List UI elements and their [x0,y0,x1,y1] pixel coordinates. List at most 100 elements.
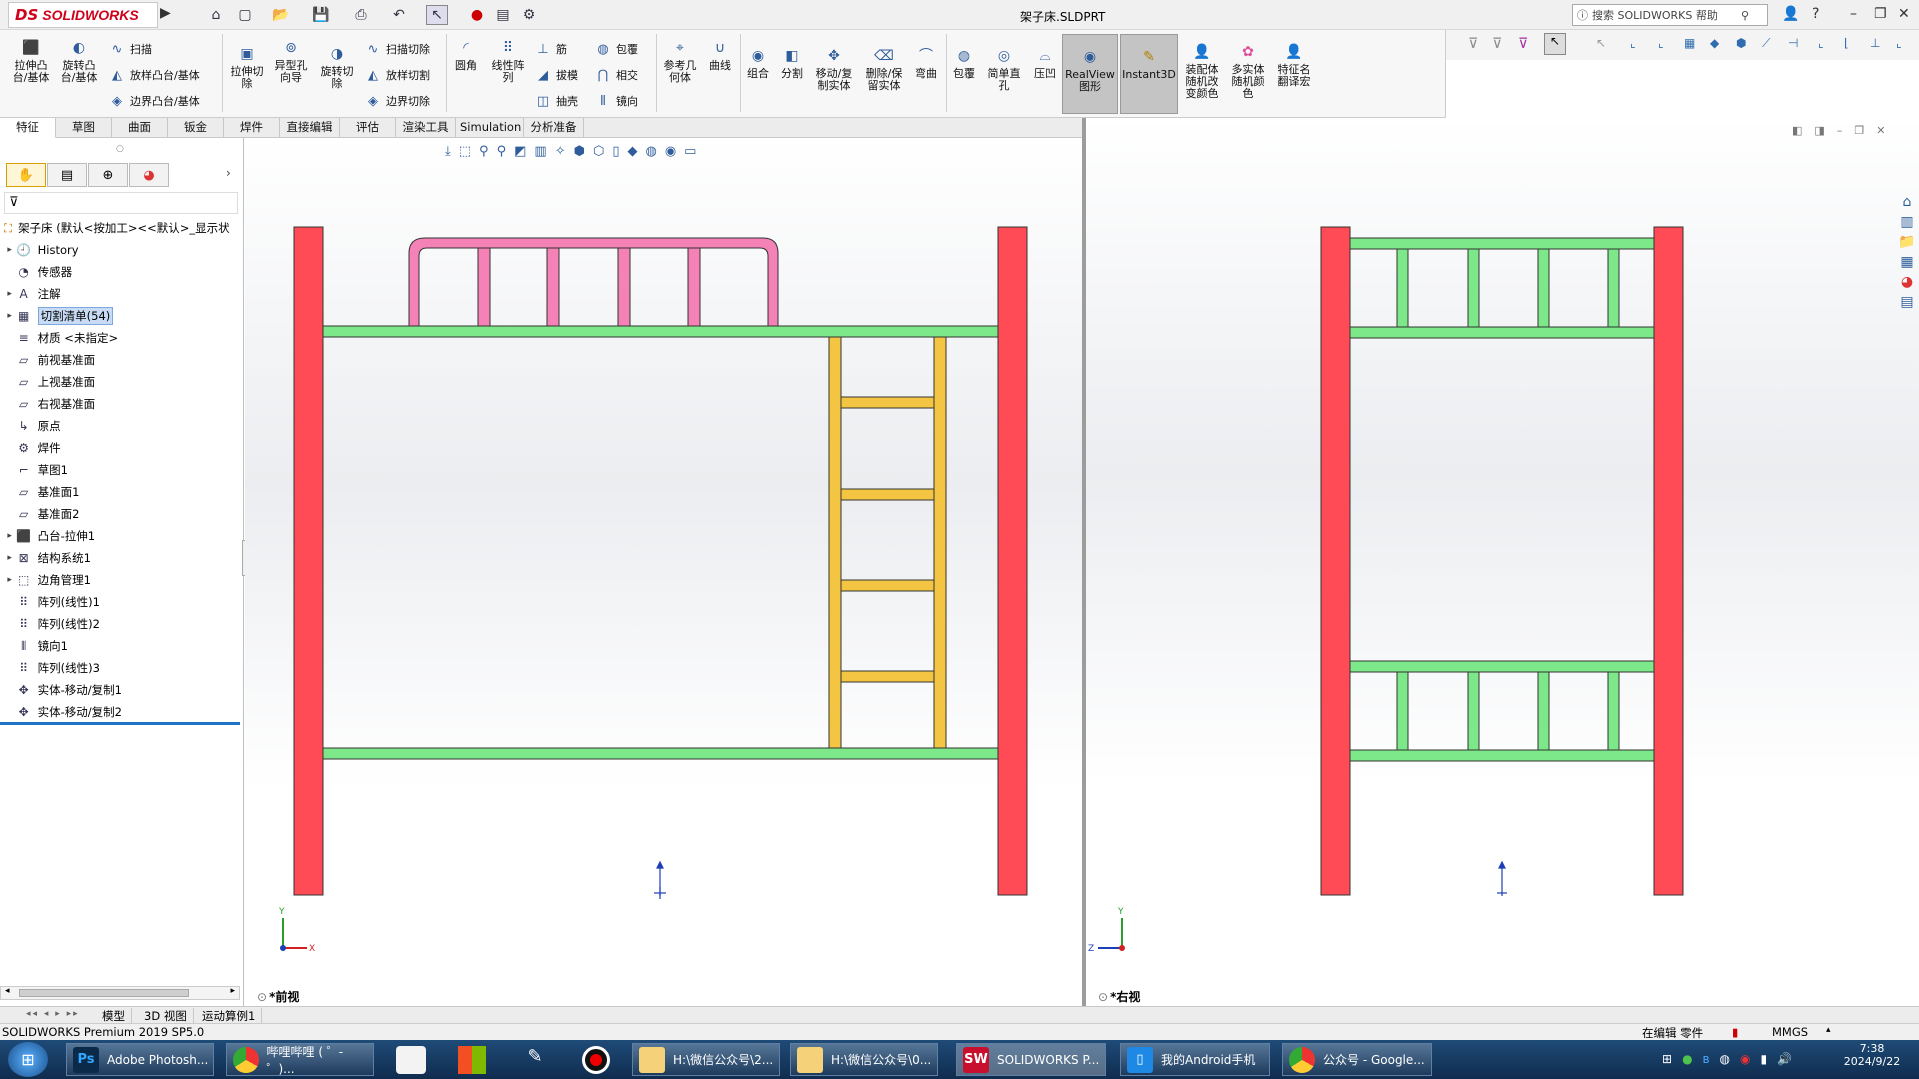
file-properties-icon[interactable]: ▤ [492,5,514,25]
tree-item[interactable]: ↳ 原点 [0,415,61,437]
tree-item[interactable]: ✥ 实体-移动/复制2 [0,701,122,723]
tab-3d-view[interactable]: 3D 视图 [138,1008,194,1024]
tab-evaluate[interactable]: 评估 [340,118,396,138]
save-icon[interactable]: 💾 [310,5,332,25]
tab-simulation[interactable]: Simulation [456,118,524,138]
tree-item[interactable]: ⫴ 镜向1 [0,635,68,657]
home-icon[interactable]: ⌂ [205,5,227,25]
tab-features[interactable]: 特征 [0,118,56,138]
tree-item[interactable]: ▸ ▦ 切割清单(54) [0,305,114,327]
hole-wizard-button[interactable]: ⊚ 异型孔 向导 [270,38,312,84]
sweep-button[interactable]: ∿ 扫描 [108,40,152,58]
simple-hole-button[interactable]: ◎ 简单直 孔 [984,46,1024,92]
tray-network-icon[interactable]: ▮ [1760,1052,1767,1066]
taskbar-app-icon[interactable] [396,1046,426,1074]
loft-button[interactable]: ◭ 放样凸台/基体 [108,66,200,84]
feature-manager-tab-icon[interactable]: ✋ [6,163,46,187]
minimize-icon[interactable]: – [1850,6,1857,22]
indent-button[interactable]: ⌓ 压凹 [1028,46,1062,80]
units-selector[interactable]: MMGS [1772,1025,1808,1039]
filter-face-icon[interactable]: ▦ [1684,36,1695,50]
tray-bluetooth-icon[interactable]: ʙ [1703,1052,1710,1066]
rib-button[interactable]: ⊥ 筋 [534,40,567,58]
tray-volume-icon[interactable]: 🔊 [1777,1052,1792,1066]
search-icon[interactable]: ⚲ [1741,9,1749,22]
taskbar-folder-1[interactable]: H:\微信公众号\2... [632,1043,780,1076]
revolve-boss-button[interactable]: ◐ 旋转凸 台/基体 [58,38,100,84]
split-button[interactable]: ◧ 分割 [776,46,808,80]
panel-splitter-icon[interactable]: ○ [116,144,124,154]
filter-more-icon[interactable]: ⌞ [1896,36,1902,50]
extrude-boss-button[interactable]: ⬛ 拉伸凸 台/基体 [10,38,52,84]
print-icon[interactable]: ⎙ [350,5,372,25]
tree-item[interactable]: ▸ ⬚ 边角管理1 [0,569,91,591]
tree-item[interactable]: ⠿ 阵列(线性)3 [0,657,100,679]
assembly-random-color-button[interactable]: 👤 装配体 随机改 变颜色 [1180,42,1224,100]
draft-button[interactable]: ◢ 拔模 [534,66,578,84]
tab-surfaces[interactable]: 曲面 [112,118,168,138]
tree-item[interactable]: ▸ A 注解 [0,283,60,305]
fillet-button[interactable]: ◜ 圆角 [448,38,484,72]
boundary-cut-button[interactable]: ◈ 边界切除 [364,92,430,110]
instant3d-button[interactable]: ✎ Instant3D [1120,34,1178,114]
solidworks-logo[interactable]: DS SOLIDWORKS [8,2,158,28]
solidworks-resources-icon[interactable]: ⌂ [1903,194,1912,210]
appearances-icon[interactable]: ◕ [1901,274,1913,290]
tray-windows-icon[interactable]: ⊞ [1662,1052,1672,1066]
tray-record-icon[interactable]: ◉ [1740,1052,1750,1066]
expand-arrow-icon[interactable]: ▸ [4,553,16,563]
select-pointer-icon[interactable]: ↖ [1544,33,1566,55]
taskbar-chrome-wechat[interactable]: 公众号 - Google... [1282,1043,1432,1076]
help-question-icon[interactable]: ? [1812,6,1819,22]
rollback-bar[interactable] [0,722,240,725]
combine-button[interactable]: ◉ 组合 [742,46,774,80]
file-explorer-icon[interactable]: 📁 [1898,234,1915,250]
tree-filter[interactable]: ⊽ [4,192,238,214]
filter-point-icon[interactable]: ⌞ [1818,36,1824,50]
display-manager-tab-icon[interactable]: ◕ [129,163,169,187]
delete-keep-body-button[interactable]: ⌫ 删除/保 留实体 [862,46,906,92]
tree-item[interactable]: ≡ 材质 <未指定> [0,327,118,349]
tab-model[interactable]: 模型 [96,1008,132,1024]
wrap2-button[interactable]: ◍ 包覆 [948,46,980,80]
feature-translate-macro-button[interactable]: 👤 特征名 翻译宏 [1272,42,1316,88]
filter-axis-icon[interactable]: ⊥ [1870,36,1880,50]
taskbar-record-icon[interactable] [582,1046,610,1074]
filter-body-icon[interactable]: ⬢ [1736,36,1746,50]
tree-horizontal-scrollbar[interactable]: ◂ ▸ [0,986,240,1000]
options-gear-icon[interactable]: ⚙ [518,5,540,25]
tree-item[interactable]: ▸ 🕘 History [0,239,78,261]
expand-arrow-icon[interactable]: ▸ [4,531,16,541]
scroll-thumb[interactable] [19,989,189,997]
close-icon[interactable]: ✕ [1898,6,1910,22]
filter-edge-icon[interactable]: ⌞ [1658,36,1664,50]
front-viewport[interactable]: ⤓ ⬚ ⚲ ⚲ ◩ ▥ ✧ ⬢ ⬡ ▯ ◆ ◍ ◉ ▭ Y X ⊙ *前视 [245,138,1082,1006]
taskbar-folder-2[interactable]: H:\微信公众号\0... [790,1043,938,1076]
rebuild-icon[interactable]: ● [466,5,488,25]
tree-item[interactable]: ◔ 传感器 [0,261,72,283]
clock[interactable]: 7:38 2024/9/22 [1836,1042,1908,1068]
tree-root-part[interactable]: ⛶ 架子床 (默认<按加工><<默认>_显示状 [0,218,244,238]
help-search-input[interactable]: ⓘ 搜索 SOLIDWORKS 帮助 ⚲ [1572,4,1768,26]
shell-button[interactable]: ◫ 抽壳 [534,92,578,110]
extrude-cut-button[interactable]: ▣ 拉伸切 除 [226,44,268,90]
tree-item[interactable]: ⌐ 草图1 [0,459,68,481]
expand-arrow-icon[interactable]: ▸ [4,245,16,255]
tray-app-icon[interactable]: ◍ [1720,1052,1730,1066]
intersect-button[interactable]: ⋂ 相交 [594,66,638,84]
tree-item[interactable]: ▸ ⬛ 凸台-拉伸1 [0,525,95,547]
expand-arrow-icon[interactable]: ▸ [4,311,16,321]
tree-item[interactable]: ▱ 前视基准面 [0,349,95,371]
undo-icon[interactable]: ↶ [388,5,410,25]
tree-item[interactable]: ▱ 基准面1 [0,481,79,503]
design-library-icon[interactable]: ▥ [1900,214,1913,230]
menu-expand-icon[interactable]: ▶ [160,5,171,21]
configuration-manager-tab-icon[interactable]: ⊕ [88,163,128,187]
tree-item[interactable]: ✥ 实体-移动/复制1 [0,679,122,701]
property-manager-tab-icon[interactable]: ▤ [47,163,87,187]
custom-properties-icon[interactable]: ▤ [1900,294,1913,310]
tab-motion-study[interactable]: 运动算例1 [196,1008,263,1024]
tree-item[interactable]: ⚙ 焊件 [0,437,60,459]
revolve-cut-button[interactable]: ◑ 旋转切 除 [316,44,358,90]
open-icon[interactable]: 📂 [270,5,292,25]
